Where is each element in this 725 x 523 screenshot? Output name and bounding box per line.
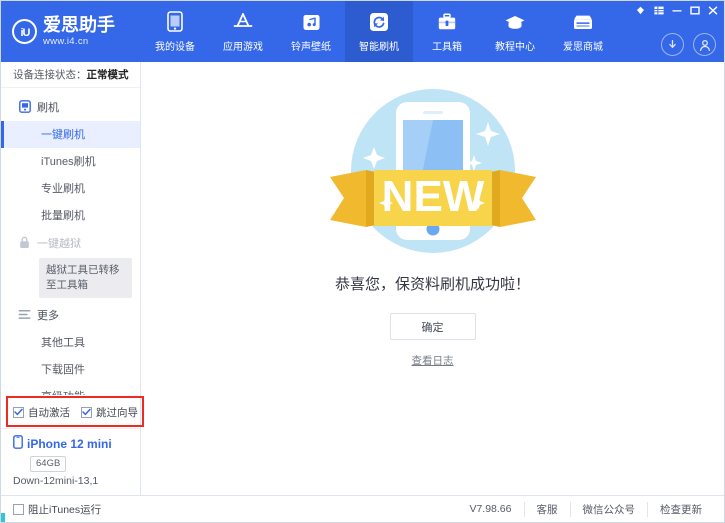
sidebar-item-label: 高级功能: [41, 388, 85, 395]
nav-item-toolbox[interactable]: 工具箱: [413, 1, 481, 62]
account-icon[interactable]: [693, 33, 716, 56]
success-message: 恭喜您，保资料刷机成功啦！: [335, 273, 530, 294]
footer-link-support[interactable]: 客服: [524, 502, 570, 517]
music-box-icon: [300, 11, 322, 33]
new-badge-phone-illustration: NEW: [318, 74, 548, 269]
refresh-icon: [368, 11, 390, 33]
sidebar-item-batch-flash[interactable]: 批量刷机: [1, 202, 140, 229]
bottom-accent-bar: [1, 513, 5, 522]
connected-device-card[interactable]: iPhone 12 mini 64GB Down-12mini-13,1: [1, 428, 140, 495]
sidebar-item-other-tools[interactable]: 其他工具: [1, 329, 140, 356]
sidebar-item-label: 一键刷机: [41, 126, 85, 142]
checkbox-block-itunes[interactable]: 阻止iTunes运行: [13, 502, 101, 517]
checkbox-auto-activate[interactable]: 自动激活: [13, 405, 70, 420]
device-model-label: Down-12mini-13,1: [13, 475, 140, 487]
app-header: iU 爱思助手 www.i4.cn 我的设备: [1, 1, 724, 62]
lock-icon: [18, 236, 31, 249]
menu-icon[interactable]: [651, 3, 666, 17]
sidebar-item-pro-flash[interactable]: 专业刷机: [1, 175, 140, 202]
checkbox-label: 自动激活: [28, 405, 70, 420]
nav-label: 教程中心: [495, 38, 535, 53]
sidebar: 设备连接状态： 正常模式 刷机 一键刷机: [1, 62, 141, 495]
sidebar-item-advanced-features[interactable]: 高级功能: [1, 383, 140, 395]
sidebar-menu: 刷机 一键刷机 iTunes刷机 专业刷机 批量刷机: [1, 88, 140, 395]
connection-status: 设备连接状态： 正常模式: [1, 62, 140, 88]
nav-item-store[interactable]: 爱思商城: [549, 1, 617, 62]
nav-label: 爱思商城: [563, 38, 603, 53]
download-icon[interactable]: [661, 33, 684, 56]
sidebar-item-label: 其他工具: [41, 334, 85, 350]
main-nav: 我的设备 应用游戏: [141, 1, 617, 62]
status-bar: 阻止iTunes运行 V7.98.66 客服 微信公众号 检查更新: [1, 495, 724, 522]
sidebar-item-label: 下载固件: [41, 361, 85, 377]
checkbox-box-icon: [13, 504, 24, 515]
sidebar-group-label: 刷机: [37, 99, 59, 115]
sidebar-item-one-key-flash[interactable]: 一键刷机: [1, 121, 140, 148]
header-actions: [661, 33, 716, 56]
i4-assistant-window: iU 爱思助手 www.i4.cn 我的设备: [0, 0, 725, 523]
store-icon: [572, 11, 594, 33]
checkbox-label: 跳过向导: [96, 405, 138, 420]
logo-url: www.i4.cn: [43, 37, 115, 47]
nav-label: 应用游戏: [223, 38, 263, 53]
jailbreak-moved-tooltip: 越狱工具已转移至工具箱: [39, 258, 132, 298]
checkbox-box-checked-icon: [13, 407, 24, 418]
footer-link-wechat[interactable]: 微信公众号: [570, 502, 648, 517]
nav-label: 铃声壁纸: [291, 38, 331, 53]
app-logo: iU 爱思助手 www.i4.cn: [1, 1, 141, 62]
ribbon-text: NEW: [381, 172, 484, 221]
nav-label: 智能刷机: [359, 38, 399, 53]
sidebar-item-download-firmware[interactable]: 下载固件: [1, 356, 140, 383]
window-controls: [633, 3, 720, 17]
sidebar-item-label: 专业刷机: [41, 180, 85, 196]
sidebar-item-label: 批量刷机: [41, 207, 85, 223]
connection-status-label: 设备连接状态：: [13, 67, 87, 82]
body-row: 设备连接状态： 正常模式 刷机 一键刷机: [1, 62, 724, 495]
logo-mark-icon: iU: [12, 19, 37, 44]
maximize-icon[interactable]: [687, 3, 702, 17]
checkbox-label: 阻止iTunes运行: [28, 502, 101, 517]
minimize-icon[interactable]: [669, 3, 684, 17]
device-capacity-badge: 64GB: [30, 456, 66, 472]
nav-label: 我的设备: [155, 38, 195, 53]
checkbox-skip-wizard[interactable]: 跳过向导: [81, 405, 138, 420]
nav-item-tutorial-center[interactable]: 教程中心: [481, 1, 549, 62]
device-flash-icon: [18, 100, 31, 113]
sidebar-group-more[interactable]: 更多: [1, 301, 140, 329]
phone-icon: [164, 11, 186, 33]
checkbox-box-checked-icon: [81, 407, 92, 418]
device-name-label: iPhone 12 mini: [27, 437, 112, 451]
nav-item-ringtones-wallpapers[interactable]: 铃声壁纸: [277, 1, 345, 62]
nav-item-smart-flash[interactable]: 智能刷机: [345, 1, 413, 62]
sidebar-item-label: iTunes刷机: [41, 153, 96, 169]
nav-label: 工具箱: [432, 38, 462, 53]
sidebar-group-flash[interactable]: 刷机: [1, 93, 140, 121]
svg-text:iU: iU: [20, 27, 30, 39]
pin-icon[interactable]: [633, 3, 648, 17]
sidebar-group-label: 更多: [37, 307, 59, 323]
view-log-link[interactable]: 查看日志: [412, 353, 454, 368]
sidebar-item-itunes-flash[interactable]: iTunes刷机: [1, 148, 140, 175]
sidebar-group-jailbreak: 一键越狱: [1, 229, 140, 257]
nav-item-my-device[interactable]: 我的设备: [141, 1, 209, 62]
graduation-cap-icon: [504, 11, 526, 33]
logo-title: 爱思助手: [43, 16, 115, 34]
nav-item-apps-games[interactable]: 应用游戏: [209, 1, 277, 62]
version-label: V7.98.66: [469, 503, 511, 515]
close-icon[interactable]: [705, 3, 720, 17]
list-icon: [18, 308, 31, 321]
sidebar-group-label: 一键越狱: [37, 235, 81, 251]
main-content: NEW 恭喜您，保资料刷机成功啦！ 确定 查看日志: [141, 62, 724, 495]
device-phone-icon: [13, 435, 23, 452]
connection-status-value: 正常模式: [87, 67, 129, 82]
toolbox-icon: [436, 11, 458, 33]
confirm-button[interactable]: 确定: [390, 313, 476, 340]
sidebar-options: 自动激活 跳过向导: [1, 395, 140, 428]
footer-link-check-update[interactable]: 检查更新: [647, 502, 714, 517]
appstore-icon: [232, 11, 254, 33]
